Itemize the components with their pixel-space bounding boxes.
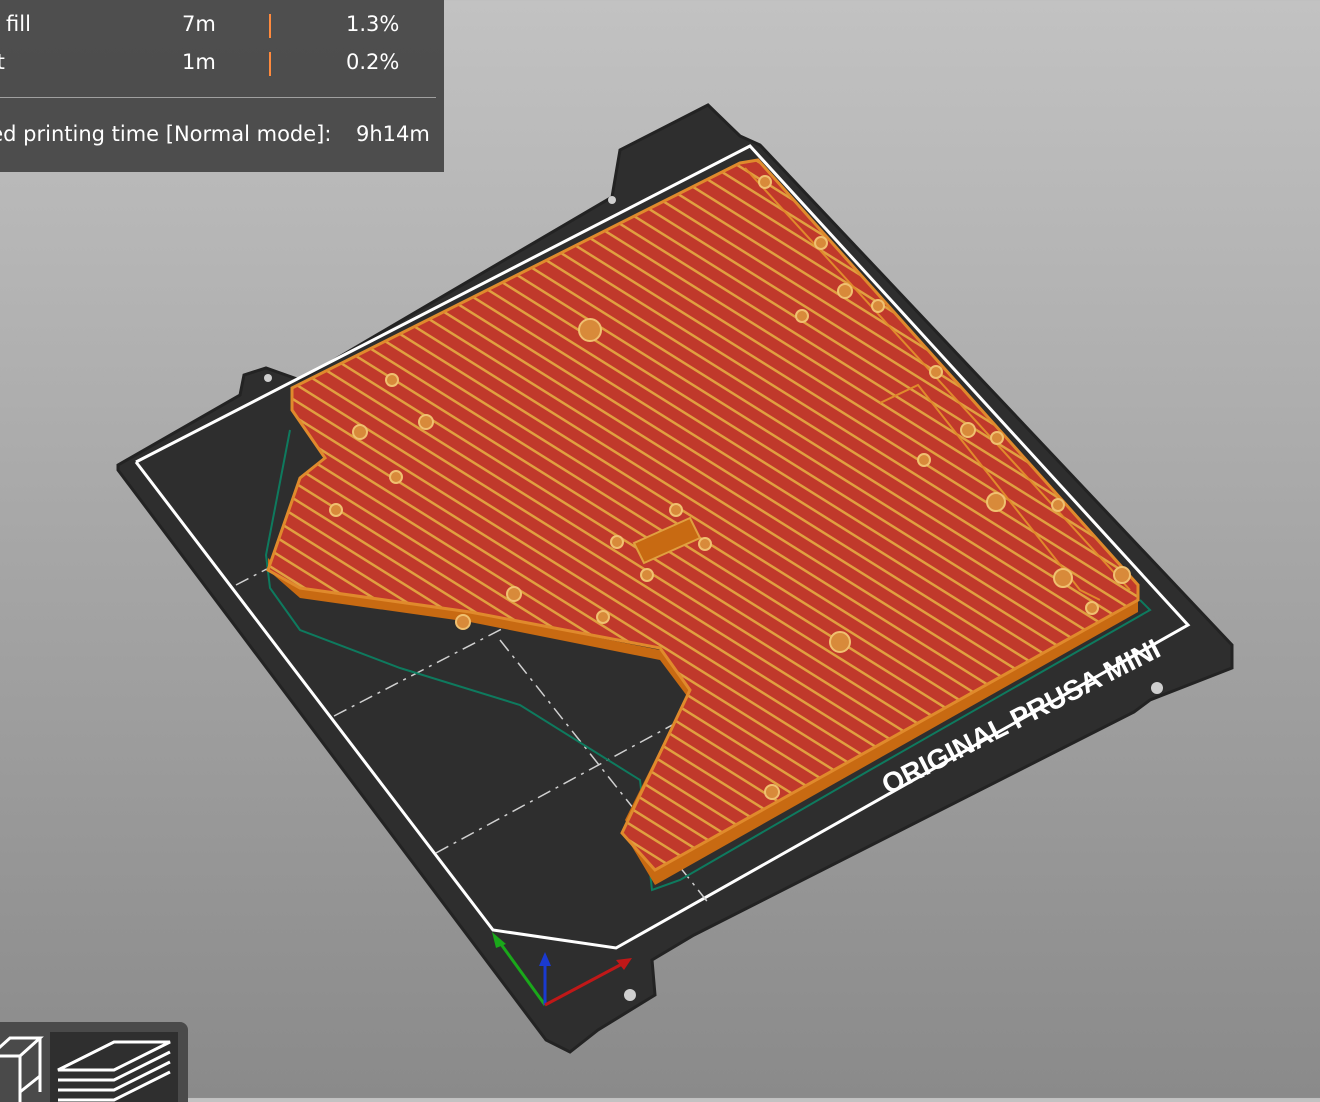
legend-label: p fill <box>0 12 31 36</box>
estimated-time-value: 9h14m <box>356 122 430 146</box>
view-preview-button[interactable] <box>50 1032 178 1102</box>
estimated-time-label: ted printing time [Normal mode]: <box>0 122 332 146</box>
mount-hole <box>624 989 636 1001</box>
legend-percent: 1.3% <box>346 12 400 36</box>
layers-icon <box>57 1040 171 1102</box>
legend-time: 1m <box>182 50 216 74</box>
legend-row-gap-fill: p fill 7m 1.3% <box>0 6 444 38</box>
legend-row-skirt: rt 1m 0.2% <box>0 44 444 76</box>
legend-divider <box>0 97 436 98</box>
legend-percent: 0.2% <box>346 50 400 74</box>
legend-label: rt <box>0 50 5 74</box>
cube-icon <box>0 1036 44 1102</box>
legend-swatch <box>269 14 271 38</box>
view-toolbar <box>0 1022 188 1102</box>
legend-time: 7m <box>182 12 216 36</box>
mount-hole <box>264 374 272 382</box>
legend-swatch <box>269 52 271 76</box>
mount-hole <box>1151 682 1163 694</box>
view-3d-button[interactable] <box>0 1032 46 1102</box>
legend-panel: p fill 7m 1.3% rt 1m 0.2% ted printing t… <box>0 0 444 172</box>
mount-hole <box>608 196 616 204</box>
estimated-time: ted printing time [Normal mode]: 9h14m <box>0 122 444 152</box>
